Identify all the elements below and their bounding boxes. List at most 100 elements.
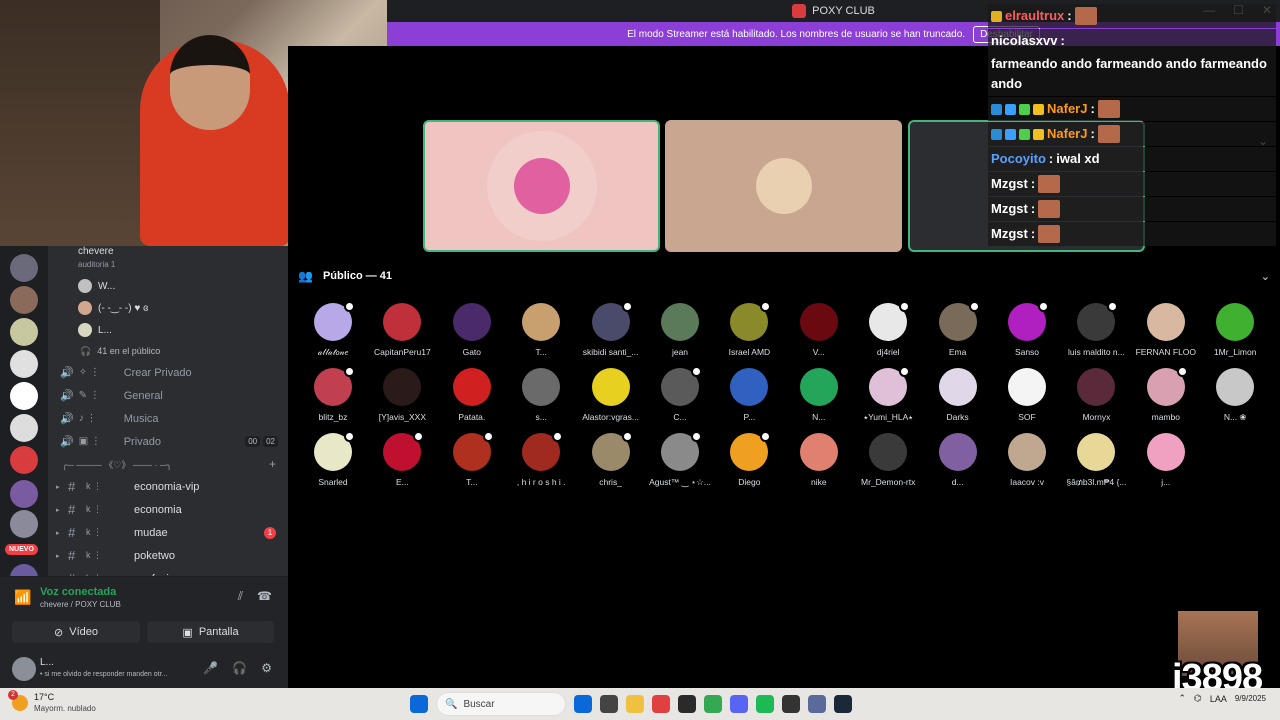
server-icon[interactable] [10, 480, 38, 508]
server-icon[interactable] [10, 510, 38, 538]
audience-member[interactable]: Agust™ ‿ ⋆☆... [645, 431, 715, 493]
audience-member[interactable]: T... [437, 431, 507, 493]
microphone-icon[interactable]: 🎤 [203, 661, 218, 675]
voice-user[interactable]: (- -‿- -) ♥ ɞ [48, 297, 288, 319]
audience-member[interactable]: Diego [714, 431, 784, 493]
weather-widget[interactable]: 2 17°C Mayorm. nublado [8, 690, 96, 714]
wifi-icon[interactable]: ⌬ [1194, 693, 1202, 704]
audience-member[interactable]: Sanso [992, 301, 1062, 363]
audience-member[interactable]: mambo [1131, 366, 1201, 428]
audience-member[interactable]: Patata. [437, 368, 507, 428]
taskbar-app-icon[interactable] [808, 695, 826, 713]
audience-member[interactable]: Gato [437, 303, 507, 363]
headphones-icon[interactable]: 🎧 [232, 661, 247, 675]
voice-status[interactable]: Voz conectada [40, 586, 116, 598]
audience-member[interactable]: [Y]avis_XXX [367, 368, 437, 428]
speaker-tile[interactable] [665, 120, 902, 252]
video-button[interactable]: ⊘ Vídeo [12, 621, 140, 643]
taskbar-app-icon[interactable] [626, 695, 644, 713]
speaker-tile[interactable] [423, 120, 660, 252]
clock[interactable]: 9/9/2025 [1235, 693, 1266, 704]
taskbar-search[interactable]: 🔍 Buscar [436, 692, 566, 716]
audience-member[interactable]: 𝒶𝓁𝓁𝒶𝓉𝑜𝓃𝑒 [298, 301, 368, 363]
audience-member[interactable]: P... [714, 368, 784, 428]
chevron-up-icon[interactable]: ⌃ [1178, 693, 1186, 704]
audience-member[interactable]: CapitanPeru17 [367, 303, 437, 363]
voice-channel-item[interactable]: 🔊 ▣ ⋮ Privado 00 02 [48, 430, 288, 453]
audience-member[interactable]: C... [645, 366, 715, 428]
audience-member[interactable]: Mr_Demon-rtx [853, 433, 923, 493]
audience-member[interactable]: luis maldito n... [1061, 301, 1131, 363]
taskbar-app-icon[interactable] [574, 695, 592, 713]
avatar [522, 431, 564, 471]
taskbar-app-icon[interactable] [704, 695, 722, 713]
audience-member[interactable]: Israel AMD [714, 301, 784, 363]
audience-count[interactable]: 🎧 41 en el público [48, 341, 288, 361]
audience-member[interactable]: §â₥b3l.m₱4 {... [1061, 433, 1131, 493]
taskbar-app-icon[interactable] [730, 695, 748, 713]
audience-member[interactable]: T... [506, 303, 576, 363]
server-icon[interactable] [10, 254, 38, 282]
audience-member[interactable]: Alastor:vgras... [576, 368, 646, 428]
text-channel-item[interactable]: ▸ # k ⋮ economia [48, 498, 288, 521]
voice-user[interactable]: W... [48, 275, 288, 297]
audience-member[interactable]: , h i r o s h i . [506, 431, 576, 493]
audience-member[interactable]: Iaacov :v [992, 433, 1062, 493]
audience-member[interactable]: chris_ [576, 431, 646, 493]
taskbar-app-icon[interactable] [756, 695, 774, 713]
language-indicator[interactable]: LAA [1210, 694, 1227, 704]
audience-member[interactable]: dj4riel [853, 301, 923, 363]
screen-share-button[interactable]: ▣ Pantalla [147, 621, 274, 643]
voice-channel-item[interactable]: 🔊 ♪ ⋮ Musica [48, 407, 288, 430]
server-icon[interactable] [10, 446, 38, 474]
audience-member[interactable]: d... [923, 433, 993, 493]
server-icon[interactable] [10, 350, 38, 378]
audience-member[interactable]: N... [784, 368, 854, 428]
audience-member[interactable]: skibidi santi_... [576, 301, 646, 363]
server-icon[interactable] [10, 382, 38, 410]
audience-member[interactable]: j... [1131, 433, 1201, 493]
noise-suppression-icon[interactable]: ⫽ [238, 589, 243, 604]
audience-member[interactable]: FERNAN FLOO [1131, 303, 1201, 363]
audience-member[interactable]: 1Mr_Limon [1200, 303, 1270, 363]
disconnect-icon[interactable]: ☎ [257, 589, 272, 604]
audience-member[interactable]: ⭑Yumi_HLA⭑ [853, 366, 923, 428]
taskbar-app-icon[interactable] [834, 695, 852, 713]
category-header[interactable]: ╭─ ──── 《♡》 ─── · ─╮ + [48, 453, 288, 475]
signal-icon[interactable]: 📶 [14, 589, 31, 605]
avatar[interactable] [12, 657, 36, 681]
audience-member[interactable]: nike [784, 433, 854, 493]
voice-channel-item[interactable]: 🔊 ✧ ⋮ Crear Privado [48, 361, 288, 384]
audience-member[interactable]: jean [645, 303, 715, 363]
server-icon[interactable] [10, 414, 38, 442]
taskbar-app-icon[interactable] [782, 695, 800, 713]
voice-user[interactable]: L... [48, 319, 288, 341]
audience-header[interactable]: 👥 Público — 41 ⌄ [298, 266, 1270, 286]
audience-member[interactable]: Ema [923, 301, 993, 363]
server-icon[interactable] [10, 286, 38, 314]
voice-channel-item[interactable]: 🔊 ✎ ⋮ General [48, 384, 288, 407]
text-channel-item[interactable]: ▸#k ⋮confesiones [48, 567, 288, 576]
taskbar-app-icon[interactable] [678, 695, 696, 713]
user-name[interactable]: L... [40, 657, 54, 668]
member-name: Sanso [1014, 347, 1040, 357]
text-channel-item[interactable]: ▸ # k ⋮ poketwo [48, 544, 288, 567]
audience-member[interactable]: SOF [992, 368, 1062, 428]
taskbar-app-icon[interactable] [600, 695, 618, 713]
taskbar-app-icon[interactable] [652, 695, 670, 713]
audience-member[interactable]: V... [784, 303, 854, 363]
add-channel-icon[interactable]: + [269, 457, 276, 471]
audience-member[interactable]: s... [506, 368, 576, 428]
gear-icon[interactable]: ⚙ [261, 661, 272, 675]
chevron-down-icon[interactable]: ⌄ [1261, 270, 1270, 283]
audience-member[interactable]: N... ❀ [1200, 368, 1270, 428]
audience-member[interactable]: Mornyx [1061, 368, 1131, 428]
audience-member[interactable]: Snarled [298, 431, 368, 493]
audience-member[interactable]: E... [367, 431, 437, 493]
server-icon[interactable] [10, 318, 38, 346]
text-channel-item[interactable]: ▸ # k ⋮ economia-vip [48, 475, 288, 498]
text-channel-item[interactable]: ▸ # k ⋮ mudae 1 [48, 521, 288, 544]
audience-member[interactable]: Darks [923, 368, 993, 428]
audience-member[interactable]: blitz_bz [298, 366, 368, 428]
windows-start-icon[interactable] [410, 695, 428, 713]
